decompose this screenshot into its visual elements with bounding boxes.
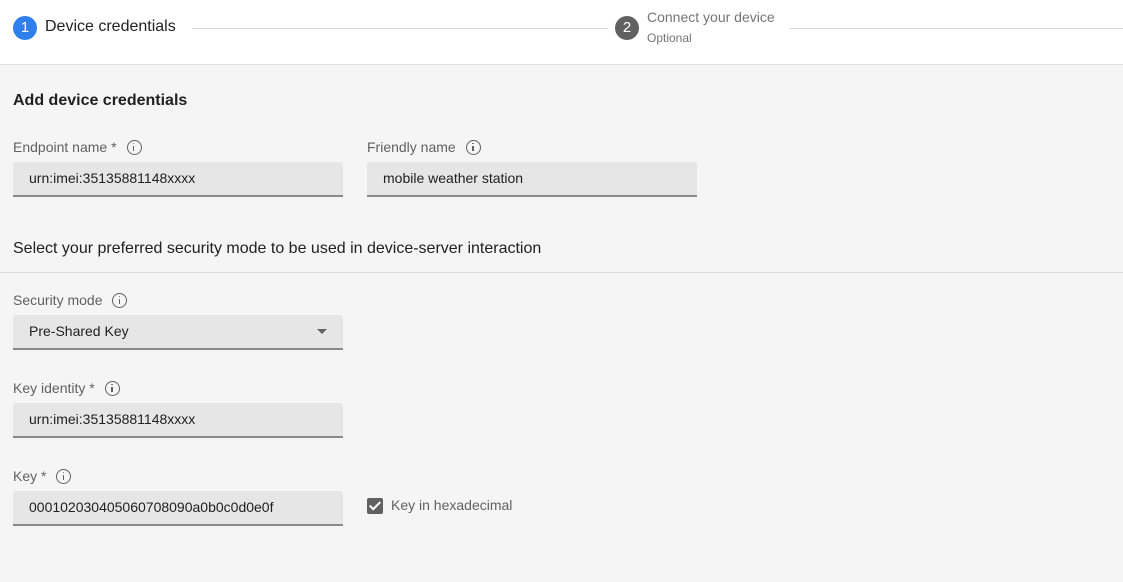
step-1-label[interactable]: Device credentials	[45, 18, 176, 36]
section-title: Add device credentials	[13, 92, 188, 109]
key-identity-input[interactable]: urn:imei:35135881148xxxx	[13, 403, 343, 438]
dropdown-arrow-icon[interactable]	[317, 329, 327, 334]
key-label: Key *	[13, 467, 72, 485]
step-2-label[interactable]: Connect your device	[647, 9, 775, 25]
friendly-name-input[interactable]: mobile weather station	[367, 162, 697, 197]
info-icon[interactable]	[56, 468, 72, 484]
divider	[0, 272, 1123, 273]
stepper: 1 Device credentials 2 Connect your devi…	[0, 0, 1123, 65]
step-1-indicator[interactable]: 1	[13, 16, 37, 40]
security-mode-label: Security mode	[13, 291, 128, 309]
info-icon[interactable]	[126, 139, 142, 155]
endpoint-name-label: Endpoint name *	[13, 138, 142, 156]
key-identity-label: Key identity *	[13, 379, 120, 397]
info-icon[interactable]	[465, 139, 481, 155]
security-instruction: Select your preferred security mode to b…	[13, 240, 542, 257]
key-hex-checkbox[interactable]	[367, 498, 383, 514]
security-mode-select[interactable]: Pre-Shared Key	[13, 315, 343, 350]
friendly-name-label-text: Friendly name	[367, 139, 456, 155]
info-icon[interactable]	[104, 380, 120, 396]
step-connector-trailing	[790, 28, 1123, 29]
key-identity-label-text: Key identity *	[13, 380, 95, 396]
step-2-indicator[interactable]: 2	[615, 16, 639, 40]
step-2-optional-label: Optional	[647, 31, 692, 45]
step-connector	[192, 28, 608, 29]
security-mode-label-text: Security mode	[13, 292, 103, 308]
friendly-name-label: Friendly name	[367, 138, 481, 156]
key-label-text: Key *	[13, 468, 47, 484]
info-icon[interactable]	[112, 292, 128, 308]
endpoint-name-label-text: Endpoint name *	[13, 139, 117, 155]
endpoint-name-input[interactable]: urn:imei:35135881148xxxx	[13, 162, 343, 197]
security-mode-value: Pre-Shared Key	[29, 323, 129, 339]
key-hex-checkbox-label[interactable]: Key in hexadecimal	[391, 497, 512, 513]
key-input[interactable]: 000102030405060708090a0b0c0d0e0f	[13, 491, 343, 526]
